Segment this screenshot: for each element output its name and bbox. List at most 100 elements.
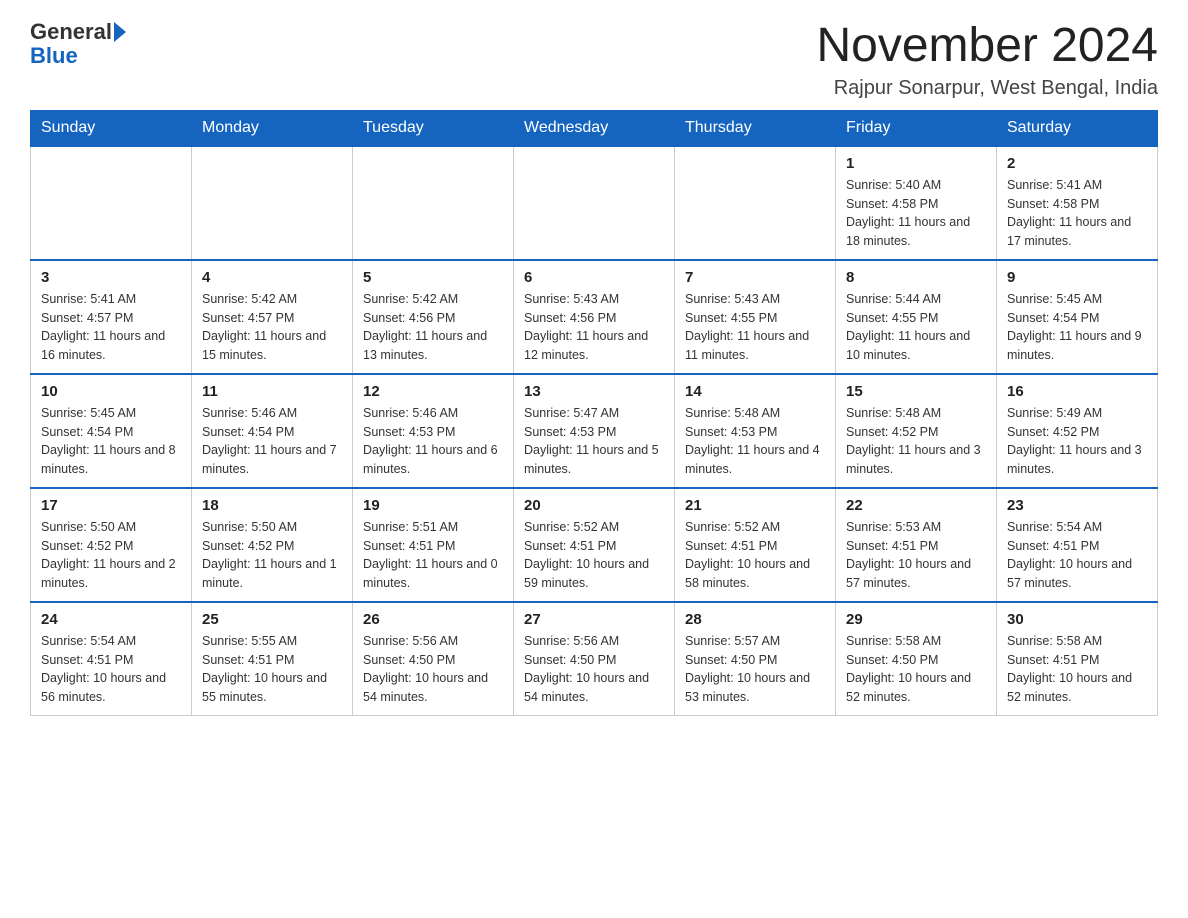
calendar-day-cell — [31, 146, 192, 260]
day-of-week-header: Monday — [192, 110, 353, 146]
day-info-text: Sunrise: 5:56 AMSunset: 4:50 PMDaylight:… — [363, 632, 503, 707]
calendar-day-cell: 17 Sunrise: 5:50 AMSunset: 4:52 PMDayligh… — [31, 488, 192, 602]
calendar-week-row: 3Sunrise: 5:41 AMSunset: 4:57 PMDaylight… — [31, 260, 1158, 374]
calendar-day-cell: 13 Sunrise: 5:47 AMSunset: 4:53 PMDayligh… — [514, 374, 675, 488]
day-number: 7 — [685, 269, 825, 286]
day-number: 6 — [524, 269, 664, 286]
calendar-day-cell: 6 Sunrise: 5:43 AMSunset: 4:56 PMDaylight… — [514, 260, 675, 374]
day-number: 9 — [1007, 269, 1147, 286]
day-info-text: Sunrise: 5:45 AMSunset: 4:54 PMDaylight:… — [1007, 290, 1147, 365]
day-of-week-header: Sunday — [31, 110, 192, 146]
location-text: Rajpur Sonarpur, West Bengal, India — [816, 77, 1158, 100]
day-number: 21 — [685, 497, 825, 514]
day-number: 23 — [1007, 497, 1147, 514]
logo-arrow-icon — [114, 22, 126, 42]
logo-general-text: General — [30, 20, 112, 44]
day-info-text: Sunrise: 5:43 AMSunset: 4:55 PMDaylight:… — [685, 290, 825, 365]
calendar-day-cell — [353, 146, 514, 260]
day-info-text: Sunrise: 5:48 AMSunset: 4:52 PMDaylight:… — [846, 404, 986, 479]
day-number: 30 — [1007, 611, 1147, 628]
calendar-day-cell: 30 Sunrise: 5:58 AMSunset: 4:51 PMDayligh… — [997, 602, 1158, 716]
calendar-day-cell: 16Sunrise: 5:49 AMSunset: 4:52 PMDayligh… — [997, 374, 1158, 488]
day-info-text: Sunrise: 5:48 AMSunset: 4:53 PMDaylight:… — [685, 404, 825, 479]
day-number: 14 — [685, 383, 825, 400]
calendar-day-cell: 7 Sunrise: 5:43 AMSunset: 4:55 PMDaylight… — [675, 260, 836, 374]
calendar-day-cell — [192, 146, 353, 260]
calendar-day-cell: 26 Sunrise: 5:56 AMSunset: 4:50 PMDayligh… — [353, 602, 514, 716]
day-info-text: Sunrise: 5:52 AMSunset: 4:51 PMDaylight:… — [685, 518, 825, 593]
calendar-day-cell: 29Sunrise: 5:58 AMSunset: 4:50 PMDayligh… — [836, 602, 997, 716]
day-info-text: Sunrise: 5:40 AMSunset: 4:58 PMDaylight:… — [846, 176, 986, 251]
calendar-day-cell: 12 Sunrise: 5:46 AMSunset: 4:53 PMDayligh… — [353, 374, 514, 488]
day-number: 2 — [1007, 155, 1147, 172]
day-info-text: Sunrise: 5:45 AMSunset: 4:54 PMDaylight:… — [41, 404, 181, 479]
day-number: 5 — [363, 269, 503, 286]
calendar-day-cell: 15 Sunrise: 5:48 AMSunset: 4:52 PMDayligh… — [836, 374, 997, 488]
day-info-text: Sunrise: 5:46 AMSunset: 4:54 PMDaylight:… — [202, 404, 342, 479]
calendar-day-cell: 11Sunrise: 5:46 AMSunset: 4:54 PMDayligh… — [192, 374, 353, 488]
calendar-week-row: 10Sunrise: 5:45 AMSunset: 4:54 PMDayligh… — [31, 374, 1158, 488]
day-number: 28 — [685, 611, 825, 628]
day-info-text: Sunrise: 5:41 AMSunset: 4:58 PMDaylight:… — [1007, 176, 1147, 251]
day-number: 12 — [363, 383, 503, 400]
day-info-text: Sunrise: 5:56 AMSunset: 4:50 PMDaylight:… — [524, 632, 664, 707]
day-number: 8 — [846, 269, 986, 286]
day-info-text: Sunrise: 5:44 AMSunset: 4:55 PMDaylight:… — [846, 290, 986, 365]
day-number: 3 — [41, 269, 181, 286]
day-info-text: Sunrise: 5:50 AMSunset: 4:52 PMDaylight:… — [41, 518, 181, 593]
day-info-text: Sunrise: 5:57 AMSunset: 4:50 PMDaylight:… — [685, 632, 825, 707]
calendar-header-row: SundayMondayTuesdayWednesdayThursdayFrid… — [31, 110, 1158, 146]
day-info-text: Sunrise: 5:53 AMSunset: 4:51 PMDaylight:… — [846, 518, 986, 593]
day-number: 25 — [202, 611, 342, 628]
calendar-day-cell — [675, 146, 836, 260]
calendar-day-cell — [514, 146, 675, 260]
day-info-text: Sunrise: 5:55 AMSunset: 4:51 PMDaylight:… — [202, 632, 342, 707]
calendar-day-cell: 24Sunrise: 5:54 AMSunset: 4:51 PMDayligh… — [31, 602, 192, 716]
day-of-week-header: Wednesday — [514, 110, 675, 146]
title-block: November 2024 Rajpur Sonarpur, West Beng… — [816, 20, 1158, 100]
calendar-day-cell: 20 Sunrise: 5:52 AMSunset: 4:51 PMDayligh… — [514, 488, 675, 602]
day-number: 20 — [524, 497, 664, 514]
day-number: 13 — [524, 383, 664, 400]
day-number: 29 — [846, 611, 986, 628]
day-number: 22 — [846, 497, 986, 514]
calendar-day-cell: 14 Sunrise: 5:48 AMSunset: 4:53 PMDayligh… — [675, 374, 836, 488]
logo: General Blue — [30, 20, 126, 68]
calendar-day-cell: 21 Sunrise: 5:52 AMSunset: 4:51 PMDayligh… — [675, 488, 836, 602]
day-info-text: Sunrise: 5:58 AMSunset: 4:51 PMDaylight:… — [1007, 632, 1147, 707]
day-info-text: Sunrise: 5:51 AMSunset: 4:51 PMDaylight:… — [363, 518, 503, 593]
day-number: 16 — [1007, 383, 1147, 400]
day-info-text: Sunrise: 5:42 AMSunset: 4:57 PMDaylight:… — [202, 290, 342, 365]
calendar-day-cell: 3Sunrise: 5:41 AMSunset: 4:57 PMDaylight… — [31, 260, 192, 374]
calendar-day-cell: 27 Sunrise: 5:56 AMSunset: 4:50 PMDayligh… — [514, 602, 675, 716]
day-info-text: Sunrise: 5:43 AMSunset: 4:56 PMDaylight:… — [524, 290, 664, 365]
day-number: 17 — [41, 497, 181, 514]
day-info-text: Sunrise: 5:42 AMSunset: 4:56 PMDaylight:… — [363, 290, 503, 365]
calendar-week-row: 24Sunrise: 5:54 AMSunset: 4:51 PMDayligh… — [31, 602, 1158, 716]
day-of-week-header: Tuesday — [353, 110, 514, 146]
calendar-day-cell: 1 Sunrise: 5:40 AMSunset: 4:58 PMDaylight… — [836, 146, 997, 260]
calendar-day-cell: 18Sunrise: 5:50 AMSunset: 4:52 PMDayligh… — [192, 488, 353, 602]
day-info-text: Sunrise: 5:54 AMSunset: 4:51 PMDaylight:… — [1007, 518, 1147, 593]
day-number: 27 — [524, 611, 664, 628]
day-number: 15 — [846, 383, 986, 400]
month-title: November 2024 — [816, 20, 1158, 73]
calendar-day-cell: 10Sunrise: 5:45 AMSunset: 4:54 PMDayligh… — [31, 374, 192, 488]
day-of-week-header: Friday — [836, 110, 997, 146]
day-info-text: Sunrise: 5:50 AMSunset: 4:52 PMDaylight:… — [202, 518, 342, 593]
day-info-text: Sunrise: 5:46 AMSunset: 4:53 PMDaylight:… — [363, 404, 503, 479]
calendar-day-cell: 5 Sunrise: 5:42 AMSunset: 4:56 PMDaylight… — [353, 260, 514, 374]
calendar-day-cell: 28 Sunrise: 5:57 AMSunset: 4:50 PMDayligh… — [675, 602, 836, 716]
day-info-text: Sunrise: 5:52 AMSunset: 4:51 PMDaylight:… — [524, 518, 664, 593]
day-of-week-header: Saturday — [997, 110, 1158, 146]
calendar-day-cell: 22 Sunrise: 5:53 AMSunset: 4:51 PMDayligh… — [836, 488, 997, 602]
calendar-day-cell: 19Sunrise: 5:51 AMSunset: 4:51 PMDayligh… — [353, 488, 514, 602]
calendar-day-cell: 4Sunrise: 5:42 AMSunset: 4:57 PMDaylight… — [192, 260, 353, 374]
day-info-text: Sunrise: 5:47 AMSunset: 4:53 PMDaylight:… — [524, 404, 664, 479]
calendar-day-cell: 8 Sunrise: 5:44 AMSunset: 4:55 PMDaylight… — [836, 260, 997, 374]
day-number: 1 — [846, 155, 986, 172]
calendar-week-row: 1 Sunrise: 5:40 AMSunset: 4:58 PMDaylight… — [31, 146, 1158, 260]
calendar-day-cell: 23 Sunrise: 5:54 AMSunset: 4:51 PMDayligh… — [997, 488, 1158, 602]
calendar-day-cell: 2 Sunrise: 5:41 AMSunset: 4:58 PMDaylight… — [997, 146, 1158, 260]
day-number: 26 — [363, 611, 503, 628]
